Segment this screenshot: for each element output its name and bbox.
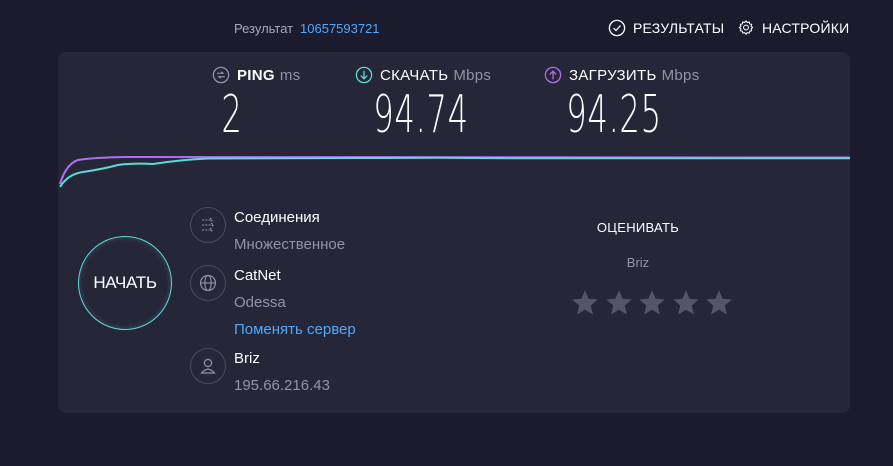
star-icon[interactable] [704, 288, 734, 318]
start-button[interactable]: НАЧАТЬ [78, 236, 172, 330]
speed-graph [59, 155, 850, 188]
user-icon [190, 348, 226, 384]
check-circle-icon [608, 19, 626, 37]
download-value: 94.74 [373, 85, 469, 145]
rate-isp-name: Briz [626, 255, 650, 270]
rate-title: ОЦЕНИВАТЬ [596, 220, 680, 235]
server-name: CatNet [234, 267, 281, 284]
results-button[interactable]: РЕЗУЛЬТАТЫ [608, 19, 724, 37]
download-unit: Mbps [453, 66, 492, 84]
download-metric: СКАЧАТЬ Mbps 94.74 [355, 66, 515, 144]
upload-unit: Mbps [661, 66, 700, 84]
server-location: Odessa [234, 294, 286, 311]
top-bar: Результат 10657593721 РЕЗУЛЬТАТЫ НАСТРОЙ… [0, 0, 893, 52]
rating-stars [570, 288, 738, 318]
star-icon[interactable] [570, 288, 600, 318]
star-icon[interactable] [671, 288, 701, 318]
settings-label: НАСТРОЙКИ [762, 20, 850, 36]
connections-value: Множественное [234, 236, 346, 253]
result-label: Результат [234, 21, 294, 36]
upload-label: ЗАГРУЗИТЬ [569, 66, 657, 84]
connections-title: Соединения [234, 209, 320, 226]
star-icon[interactable] [637, 288, 667, 318]
gear-icon [738, 20, 754, 35]
settings-button[interactable]: НАСТРОЙКИ [737, 19, 849, 37]
ping-icon [212, 66, 230, 84]
star-icon[interactable] [604, 288, 634, 318]
ping-value: 2 [221, 85, 243, 145]
upload-metric: ЗАГРУЗИТЬ Mbps 94.25 [544, 66, 714, 144]
download-arrow-icon [355, 66, 373, 84]
download-speed-line [59, 156, 850, 188]
results-panel: PING ms 2 СКАЧАТЬ Mbps 94.74 ЗАГРУЗИТЬ M… [58, 52, 850, 413]
result-id-link[interactable]: 10657593721 [300, 21, 380, 36]
globe-icon [190, 265, 226, 301]
results-label: РЕЗУЛЬТАТЫ [633, 20, 725, 36]
download-label: СКАЧАТЬ [380, 66, 449, 84]
provider-ip: 195.66.216.43 [234, 377, 330, 394]
upload-arrow-icon [544, 66, 562, 84]
ping-unit: ms [279, 66, 301, 84]
provider-name: Briz [234, 350, 260, 367]
upload-value: 94.25 [566, 85, 662, 145]
connections-arrows-icon [190, 207, 226, 243]
change-server-link[interactable]: Поменять сервер [234, 321, 356, 338]
ping-label: PING [237, 66, 275, 84]
ping-metric: PING ms 2 [212, 66, 332, 144]
